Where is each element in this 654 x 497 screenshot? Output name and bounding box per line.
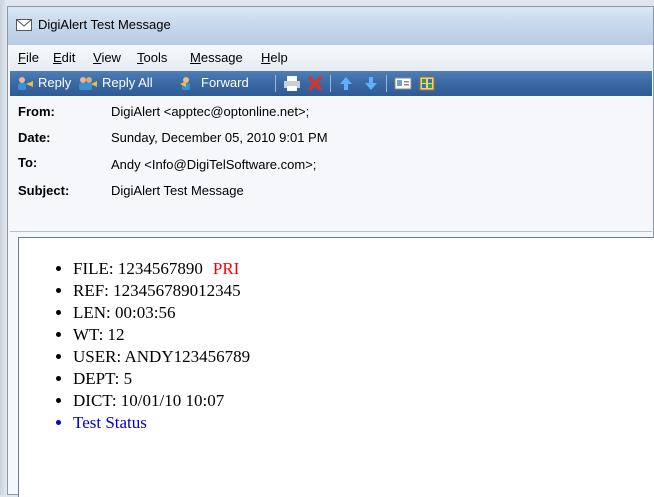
list-item: DEPT: 5 <box>73 368 250 390</box>
subject-value: DigiAlert Test Message <box>111 183 244 198</box>
menu-message[interactable]: Message <box>190 50 243 65</box>
toolbar-separator <box>386 75 387 92</box>
test-status-link[interactable]: Test Status <box>73 413 147 432</box>
len-field: LEN: 00:03:56 <box>73 303 176 322</box>
date-label: Date: <box>18 130 51 145</box>
forward-button[interactable]: Forward <box>179 73 249 93</box>
from-label: From: <box>18 104 55 119</box>
list-item: USER: ANDY123456789 <box>73 346 250 368</box>
reply-button[interactable]: Reply <box>16 73 71 93</box>
menu-help[interactable]: Help <box>261 50 288 65</box>
list-item: FILE: 1234567890 PRI <box>73 258 250 280</box>
menu-edit[interactable]: Edit <box>53 50 75 65</box>
dept-field: DEPT: 5 <box>73 369 133 388</box>
reply-icon <box>18 77 33 90</box>
menu-view[interactable]: View <box>93 50 121 65</box>
to-value[interactable]: Andy <Info@DigiTelSoftware.com>; <box>111 157 316 172</box>
toolbar: Reply Reply All Forward <box>10 71 652 96</box>
window-title: DigiAlert Test Message <box>38 17 171 32</box>
next-arrow-icon[interactable] <box>361 74 381 93</box>
ref-field: REF: 123456789012345 <box>73 281 241 300</box>
from-value[interactable]: DigiAlert <apptec@optonline.net>; <box>111 104 309 119</box>
delete-icon[interactable] <box>305 74 325 93</box>
list-item: Test Status <box>73 412 250 434</box>
menu-bar: File Edit View Tools Message Help <box>10 45 652 72</box>
wt-field: WT: 12 <box>73 325 125 344</box>
print-icon[interactable] <box>282 74 302 93</box>
menu-file[interactable]: File <box>18 50 39 65</box>
toolbar-separator <box>275 75 276 92</box>
subject-label: Subject: <box>18 183 70 198</box>
dict-field: DICT: 10/01/10 10:07 <box>73 391 225 410</box>
message-window: DigiAlert Test Message File Edit View To… <box>7 6 654 497</box>
forward-icon <box>180 77 190 90</box>
address-book-icon[interactable] <box>417 74 437 93</box>
priority-flag: PRI <box>212 259 240 278</box>
menu-tools[interactable]: Tools <box>137 50 167 65</box>
previous-arrow-icon[interactable] <box>336 74 356 93</box>
message-header: From: DigiAlert <apptec@optonline.net>; … <box>10 96 652 232</box>
to-label: To: <box>18 155 38 170</box>
contact-card-icon[interactable] <box>393 74 413 93</box>
reply-all-button[interactable]: Reply All <box>78 73 153 93</box>
list-item: DICT: 10/01/10 10:07 <box>73 390 250 412</box>
reply-all-icon <box>79 77 97 90</box>
title-bar[interactable]: DigiAlert Test Message <box>8 7 653 45</box>
list-item: REF: 123456789012345 <box>73 280 250 302</box>
list-item: WT: 12 <box>73 324 250 346</box>
file-field: FILE: 1234567890 <box>73 259 203 278</box>
date-value: Sunday, December 05, 2010 9:01 PM <box>111 130 328 145</box>
toolbar-separator <box>330 75 331 92</box>
user-field: USER: ANDY123456789 <box>73 347 251 366</box>
message-field-list: FILE: 1234567890 PRI REF: 123456789012345… <box>55 258 250 434</box>
list-item: LEN: 00:03:56 <box>73 302 250 324</box>
envelope-icon <box>16 19 32 31</box>
message-body[interactable]: FILE: 1234567890 PRI REF: 123456789012345… <box>18 237 654 497</box>
